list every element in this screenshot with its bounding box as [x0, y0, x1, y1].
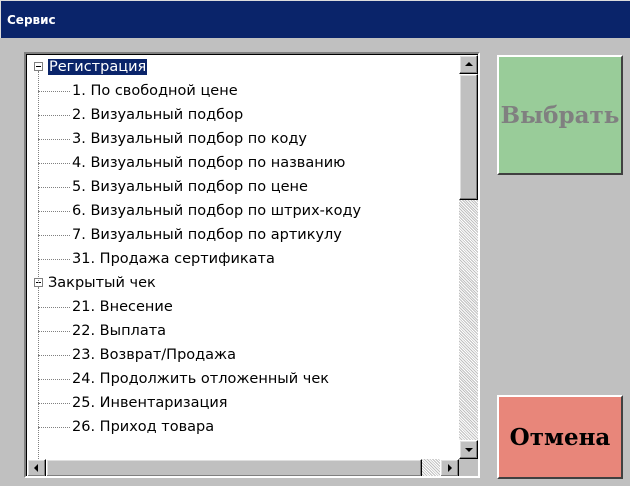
vertical-scrollbar[interactable] [459, 55, 478, 459]
tree-connector [38, 287, 39, 459]
scroll-left-arrow-icon [34, 464, 38, 472]
select-button[interactable]: Выбрать [497, 55, 623, 175]
tree-connector [38, 115, 70, 116]
tree-node-registration[interactable]: Регистрация [48, 55, 148, 79]
collapse-minus-icon[interactable] [34, 62, 43, 71]
scroll-left-button[interactable] [27, 459, 46, 476]
horizontal-scrollbar[interactable] [27, 459, 459, 476]
tree-connector [38, 235, 70, 236]
tree-connector [38, 259, 70, 260]
tree-item[interactable]: 25. Инвентаризация [72, 391, 228, 415]
tree-connector [38, 379, 70, 380]
dialog-body: Регистрация 1. По свободной цене 2. Визу… [0, 38, 630, 486]
tree-item[interactable]: 5. Визуальный подбор по цене [72, 175, 308, 199]
tree-connector [38, 211, 70, 212]
scroll-right-arrow-icon [448, 464, 452, 472]
tree-item[interactable]: 3. Визуальный подбор по коду [72, 127, 307, 151]
tree-connector [38, 307, 70, 308]
tree-item[interactable]: 31. Продажа сертификата [72, 247, 275, 271]
tree-item[interactable]: 7. Визуальный подбор по артикулу [72, 223, 342, 247]
scroll-down-arrow-icon [465, 448, 473, 452]
scrollbar-corner [459, 459, 478, 476]
tree-connector [38, 355, 70, 356]
scroll-up-arrow-icon [465, 62, 473, 66]
tree-item[interactable]: 21. Внесение [72, 295, 173, 319]
tree-connector [38, 403, 70, 404]
tree-item[interactable]: 26. Приход товара [72, 415, 214, 439]
tree-connector [38, 427, 70, 428]
tree-content: Регистрация 1. По свободной цене 2. Визу… [27, 55, 459, 459]
tree-connector [38, 331, 70, 332]
tree-connector [38, 163, 70, 164]
service-tree-view[interactable]: Регистрация 1. По свободной цене 2. Визу… [24, 52, 480, 478]
tree-item[interactable]: 4. Визуальный подбор по названию [72, 151, 345, 175]
tree-item[interactable]: 1. По свободной цене [72, 79, 238, 103]
tree-item[interactable]: 2. Визуальный подбор [72, 103, 243, 127]
tree-connector [38, 91, 70, 92]
vertical-scroll-thumb[interactable] [459, 74, 478, 200]
tree-item[interactable]: 22. Выплата [72, 319, 166, 343]
tree-connector [38, 139, 70, 140]
tree-item[interactable]: 24. Продолжить отложенный чек [72, 367, 329, 391]
scroll-up-button[interactable] [459, 55, 478, 74]
window-title: Сервис [7, 13, 56, 27]
tree-node-closed-receipt[interactable]: Закрытый чек [48, 271, 156, 295]
horizontal-scroll-thumb[interactable] [46, 459, 422, 476]
title-bar: Сервис [0, 0, 630, 38]
cancel-button[interactable]: Отмена [497, 395, 623, 479]
tree-connector [38, 187, 70, 188]
tree-item[interactable]: 6. Визуальный подбор по штрих-коду [72, 199, 361, 223]
scroll-right-button[interactable] [440, 459, 459, 476]
scroll-down-button[interactable] [459, 440, 478, 459]
tree-connector [38, 71, 39, 283]
tree-item[interactable]: 23. Возврат/Продажа [72, 343, 236, 367]
